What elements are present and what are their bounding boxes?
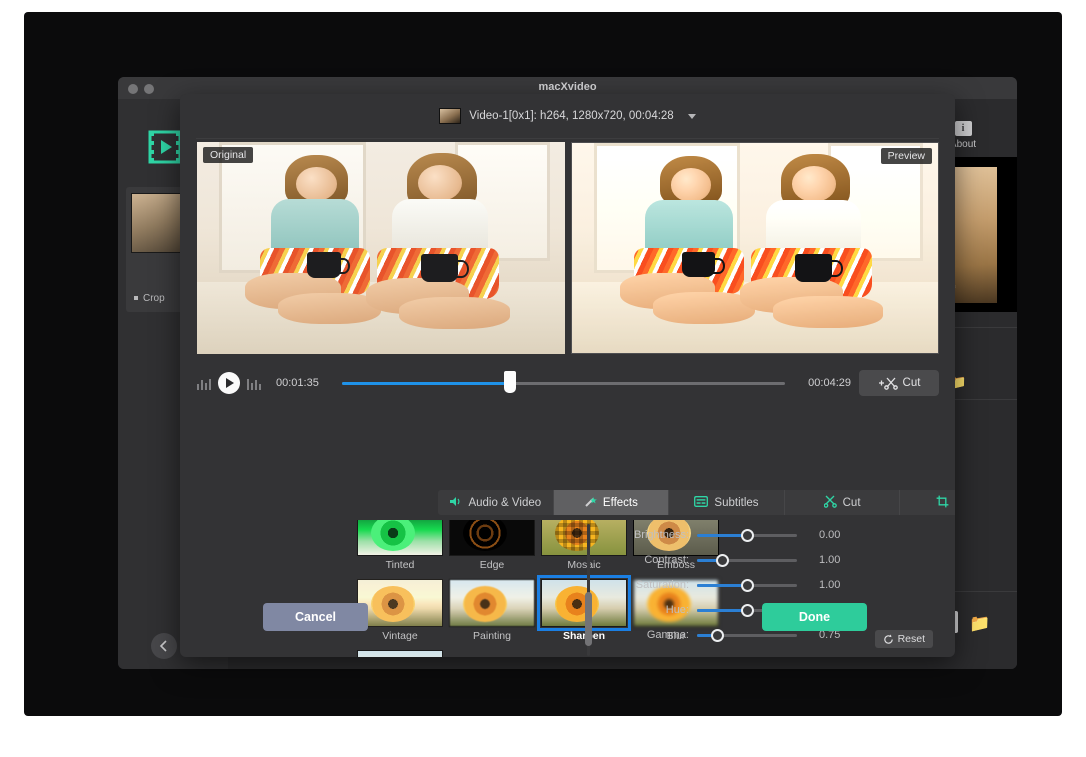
desktop-canvas: macXvideo Crop i About 📁 📁 Video-1[0x1]:…	[24, 12, 1062, 716]
folder-icon-2[interactable]: 📁	[969, 614, 990, 634]
timeline-progress-fill	[342, 381, 511, 385]
bullet-icon	[134, 296, 138, 301]
tab-label: Subtitles	[714, 496, 759, 509]
modal-header: Video-1[0x1]: h264, 1280x720, 00:04:28	[180, 94, 955, 138]
preview-video-frame	[572, 143, 938, 353]
slider-row-brightness: Brightness: 0.00	[617, 524, 939, 546]
effect-item-edge[interactable]: Edge	[449, 520, 535, 571]
tab-crop[interactable]: Crop	[900, 490, 955, 515]
tab-label: Effects	[602, 496, 638, 509]
slider-track[interactable]	[697, 553, 797, 567]
slider-knob[interactable]	[741, 528, 754, 542]
play-icon	[226, 378, 234, 388]
preview-video-pane[interactable]: Preview	[571, 142, 939, 354]
tab-label: Cut	[842, 496, 861, 509]
video-thumbnail	[439, 108, 462, 124]
chevron-left-icon	[159, 640, 167, 652]
slider-track[interactable]	[697, 528, 797, 542]
original-video-frame	[197, 142, 565, 354]
scissors-plus-icon	[878, 377, 898, 390]
preview-tag: Preview	[880, 148, 932, 164]
slider-label: Brightness:	[633, 529, 689, 541]
timeline-playhead-handle[interactable]	[504, 370, 517, 393]
cut-button[interactable]: Cut	[859, 370, 939, 396]
clip-crop-label: Crop	[143, 293, 165, 304]
back-button[interactable]	[151, 633, 177, 659]
slider-value: 0.00	[819, 529, 841, 541]
original-video-pane[interactable]: Original	[197, 142, 565, 354]
cancel-button[interactable]: Cancel	[263, 603, 368, 631]
crop-icon	[936, 495, 949, 510]
timeline-bar: 00:01:35 00:04:29 Cut	[197, 366, 939, 400]
slider-label: Contrast:	[644, 554, 689, 566]
audio-video-icon	[449, 496, 462, 509]
editor-tabs: Audio & Video Effects Subtitles Cut Crop	[438, 490, 955, 515]
effect-label: Mosaic	[567, 559, 601, 571]
play-button[interactable]	[218, 372, 240, 394]
scissors-icon	[823, 495, 837, 510]
original-tag: Original	[203, 147, 254, 163]
file-info-label: Video-1[0x1]: h264, 1280x720, 00:04:28	[469, 110, 674, 122]
tab-subtitles[interactable]: Subtitles	[669, 490, 785, 515]
subtitles-icon	[694, 496, 709, 509]
slider-row-contrast: Contrast: 1.00	[617, 549, 939, 571]
slider-value: 1.00	[819, 554, 841, 566]
timeline-end-time: 00:04:29	[808, 377, 851, 389]
header-divider	[196, 138, 939, 139]
effect-thumbnail	[357, 520, 443, 556]
tab-label: Audio & Video	[468, 496, 542, 509]
audio-wave-icon	[247, 377, 261, 390]
modal-footer: Cancel Done	[180, 587, 955, 657]
timeline-scrubber[interactable]	[342, 370, 785, 393]
page-root: macXvideo Crop i About 📁 📁 Video-1[0x1]:…	[0, 0, 1086, 757]
effect-item-mosaic[interactable]: Mosaic	[541, 520, 627, 571]
effect-label: Edge	[479, 559, 505, 571]
app-title: macXvideo	[538, 81, 597, 93]
slider-fill	[697, 533, 747, 537]
effect-label: Tinted	[385, 559, 415, 571]
effect-thumbnail	[541, 520, 627, 556]
timeline-start-time: 00:01:35	[276, 377, 319, 389]
effect-thumbnail	[449, 520, 535, 556]
video-editor-modal: Video-1[0x1]: h264, 1280x720, 00:04:28 O…	[180, 94, 955, 657]
effect-item-tinted[interactable]: Tinted	[357, 520, 443, 571]
audio-wave-icon	[197, 377, 211, 390]
tab-cut[interactable]: Cut	[785, 490, 901, 515]
magic-wand-icon	[584, 496, 597, 510]
tab-audio-video[interactable]: Audio & Video	[438, 490, 554, 515]
done-button[interactable]: Done	[762, 603, 867, 631]
tab-effects[interactable]: Effects	[553, 490, 670, 515]
info-icon: i	[954, 121, 972, 136]
cut-label: Cut	[902, 377, 921, 389]
clip-crop-label-row: Crop	[134, 293, 165, 304]
chevron-down-icon[interactable]	[687, 113, 696, 119]
slider-knob[interactable]	[716, 553, 729, 567]
